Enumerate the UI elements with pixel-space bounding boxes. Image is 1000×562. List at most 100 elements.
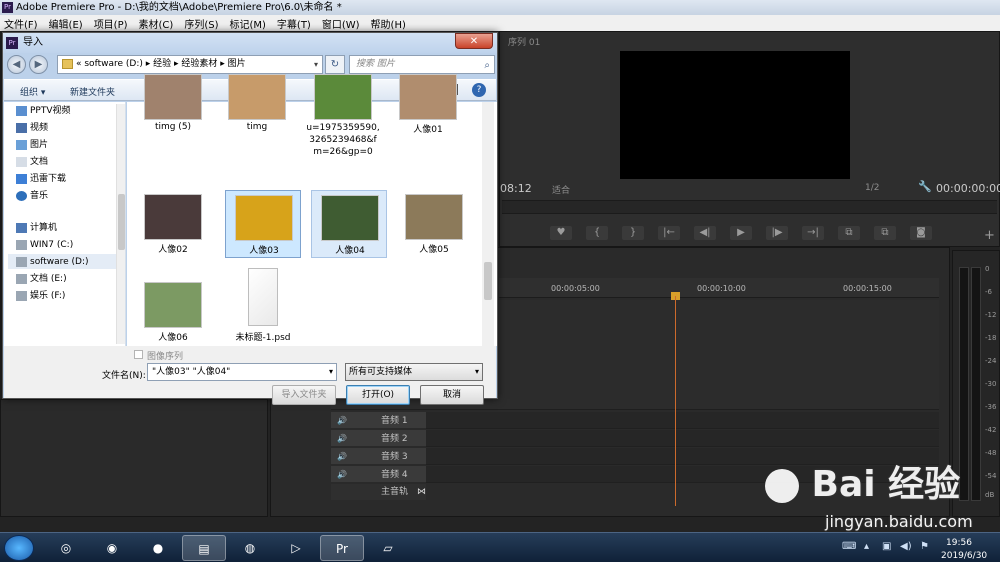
file-list: timg (5) timg u=1975359590, 3265239468&f… xyxy=(127,74,497,346)
export-frame-icon[interactable]: ◙ xyxy=(910,226,932,240)
speaker-icon[interactable]: 🔊 xyxy=(331,466,353,483)
play-icon[interactable]: ▶ xyxy=(730,226,752,240)
menu-clip[interactable]: 素材(C) xyxy=(139,16,174,31)
nav-item-computer[interactable]: 计算机 xyxy=(30,221,57,236)
qq-icon[interactable]: ● xyxy=(136,535,180,561)
project-panel xyxy=(0,399,268,517)
add-button-icon[interactable]: + xyxy=(984,228,995,243)
chevron-down-icon[interactable]: ▾ xyxy=(475,364,479,380)
audio-track-header[interactable]: 🔊 音频 1 xyxy=(331,412,426,429)
go-to-in-icon[interactable]: |← xyxy=(658,226,680,240)
nav-item-drive-d[interactable]: software (D:) xyxy=(30,255,89,270)
chevron-down-icon[interactable]: ▾ xyxy=(329,364,333,380)
menu-sequence[interactable]: 序列(S) xyxy=(184,16,218,31)
nav-scroll-thumb[interactable] xyxy=(118,194,125,250)
file-tile[interactable]: u=1975359590, 3265239468&f m=26&gp=0 xyxy=(305,70,381,166)
monitor-scrubber[interactable] xyxy=(502,200,997,214)
nav-item-documents[interactable]: 文档 xyxy=(30,155,48,170)
audio-track-body[interactable] xyxy=(426,430,939,447)
dialog-title-bar[interactable]: Pr 导入 ✕ xyxy=(3,33,497,53)
volume-icon[interactable]: ◀) xyxy=(900,541,912,552)
timeline-ruler[interactable]: 00:00:05:00 00:00:10:00 00:00:15:00 xyxy=(499,278,939,298)
filetype-select[interactable]: 所有可支持媒体 ▾ xyxy=(345,363,483,381)
ie-icon[interactable]: ◎ xyxy=(44,535,88,561)
audio-track-body[interactable] xyxy=(426,412,939,429)
file-tile-selected[interactable]: 人像04 xyxy=(311,190,387,258)
file-tile[interactable]: timg (5) xyxy=(135,70,211,138)
playhead-timecode[interactable]: 08:12 xyxy=(500,182,532,195)
speaker-icon[interactable]: 🔊 xyxy=(331,412,353,429)
cancel-button[interactable]: 取消 xyxy=(420,385,484,405)
menu-file[interactable]: 文件(F) xyxy=(4,16,38,31)
speaker-icon[interactable]: 🔊 xyxy=(331,430,353,447)
menu-help[interactable]: 帮助(H) xyxy=(371,16,406,31)
search-icon[interactable]: ⌕ xyxy=(484,57,490,74)
nav-item-drive-f[interactable]: 娱乐 (F:) xyxy=(30,289,65,304)
nav-item-pptv[interactable]: PPTV视频 xyxy=(30,104,71,119)
file-tile[interactable]: timg xyxy=(219,70,295,138)
network-icon[interactable]: ▣ xyxy=(882,541,891,552)
help-icon[interactable]: ? xyxy=(472,83,486,97)
pptv-icon[interactable]: ▷ xyxy=(274,535,318,561)
go-to-out-icon[interactable]: →| xyxy=(802,226,824,240)
meter-label: -24 xyxy=(985,357,997,365)
add-marker-icon[interactable]: ♥ xyxy=(550,226,572,240)
tray-expand-icon[interactable]: ▴ xyxy=(864,541,869,552)
resolution-select[interactable]: 1/2 xyxy=(865,183,879,193)
flag-icon[interactable]: ⚑ xyxy=(920,541,929,552)
menu-project[interactable]: 项目(P) xyxy=(94,16,128,31)
audio-track-header[interactable]: 🔊 音频 2 xyxy=(331,430,426,447)
nav-item-downloads[interactable]: 迅雷下载 xyxy=(30,172,66,187)
firefox-icon[interactable]: ◍ xyxy=(228,535,272,561)
speaker-icon[interactable]: 🔊 xyxy=(331,448,353,465)
organize-button[interactable]: 组织 ▾ xyxy=(20,85,45,98)
audio-track-header[interactable]: 🔊 音频 4 xyxy=(331,466,426,483)
nav-item-pictures[interactable]: 图片 xyxy=(30,138,48,153)
file-tile[interactable]: 人像05 xyxy=(396,190,472,258)
mark-in-icon[interactable]: { xyxy=(586,226,608,240)
file-tile[interactable]: 人像01 xyxy=(390,70,466,138)
file-tile[interactable]: 人像02 xyxy=(135,190,211,258)
zoom-fit-select[interactable]: 适合 xyxy=(552,183,570,196)
program-monitor-tab[interactable]: 序列 01 xyxy=(508,35,540,48)
nav-item-drive-c[interactable]: WIN7 (C:) xyxy=(30,238,73,253)
premiere-taskbar-icon[interactable]: Pr xyxy=(320,535,364,561)
clock-date[interactable]: 2019/6/30 xyxy=(941,551,987,561)
lift-icon[interactable]: ⧉ xyxy=(838,226,860,240)
audio-track-header[interactable]: 🔊 音频 3 xyxy=(331,448,426,465)
file-scroll-thumb[interactable] xyxy=(484,262,492,300)
file-tile[interactable]: 未标题-1.psd xyxy=(225,264,301,346)
menu-marker[interactable]: 标记(M) xyxy=(229,16,265,31)
master-track-header[interactable]: 主音轨 xyxy=(331,484,426,501)
filename-input[interactable]: "人像03" "人像04" ▾ xyxy=(147,363,337,381)
close-button[interactable]: ✕ xyxy=(455,33,493,49)
menu-edit[interactable]: 编辑(E) xyxy=(49,16,83,31)
nav-item-videos[interactable]: 视频 xyxy=(30,121,48,136)
clock-time[interactable]: 19:56 xyxy=(946,538,972,548)
nav-scrollbar[interactable] xyxy=(116,104,125,344)
file-tile[interactable]: 人像06 xyxy=(135,278,211,346)
step-forward-icon[interactable]: |▶ xyxy=(766,226,788,240)
back-arrow-icon[interactable]: ◀ xyxy=(7,55,26,74)
nav-item-drive-e[interactable]: 文档 (E:) xyxy=(30,272,67,287)
mark-out-icon[interactable]: } xyxy=(622,226,644,240)
playhead-line[interactable] xyxy=(675,296,676,506)
media-player-icon[interactable]: ◉ xyxy=(90,535,134,561)
import-folder-button[interactable]: 导入文件夹 xyxy=(272,385,336,405)
new-folder-button[interactable]: 新建文件夹 xyxy=(70,85,115,98)
step-back-icon[interactable]: ◀| xyxy=(694,226,716,240)
menu-window[interactable]: 窗口(W) xyxy=(322,16,360,31)
keyboard-icon[interactable]: ⌨ xyxy=(842,541,856,552)
notes-icon[interactable]: ▱ xyxy=(366,535,410,561)
file-list-scrollbar[interactable] xyxy=(482,102,494,346)
open-button[interactable]: 打开(O) xyxy=(346,385,410,405)
extract-icon[interactable]: ⧉ xyxy=(874,226,896,240)
nav-item-music[interactable]: 音乐 xyxy=(30,189,48,204)
wrench-icon[interactable]: 🔧 xyxy=(918,180,932,193)
menu-title[interactable]: 字幕(T) xyxy=(277,16,311,31)
explorer-icon[interactable]: ▤ xyxy=(182,535,226,561)
forward-arrow-icon[interactable]: ▶ xyxy=(29,55,48,74)
file-tile-selected[interactable]: 人像03 xyxy=(225,190,301,258)
image-sequence-checkbox[interactable] xyxy=(134,350,143,359)
start-button-icon[interactable] xyxy=(4,535,34,561)
